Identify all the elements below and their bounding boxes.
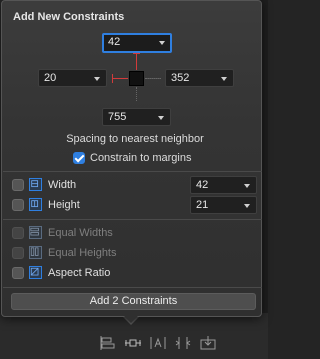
canvas-background: Add New Constraints 42 20 352 755 Spacin…: [0, 0, 268, 359]
chevron-down-icon[interactable]: [244, 204, 250, 208]
leading-spacing-field[interactable]: 20: [38, 69, 107, 87]
constrain-to-margins-label: Constrain to margins: [90, 152, 192, 164]
leading-strut[interactable]: [112, 78, 128, 79]
trailing-strut[interactable]: [145, 78, 161, 79]
width-value-field[interactable]: 42: [190, 176, 257, 194]
leading-spacing-value[interactable]: 20: [44, 70, 56, 86]
height-icon: [29, 198, 42, 211]
popover-arrow: [122, 314, 140, 323]
top-spacing-field[interactable]: 42: [102, 33, 172, 53]
chevron-down-icon[interactable]: [221, 77, 227, 81]
spacing-label: Spacing to nearest neighbor: [66, 133, 204, 145]
height-label: Height: [48, 199, 80, 211]
width-label: Width: [48, 179, 77, 191]
view-placeholder-square: [129, 71, 144, 86]
equal-widths-label: Equal Widths: [48, 227, 113, 239]
section-divider: [3, 287, 262, 288]
constrain-to-margins-checkbox[interactable]: [73, 152, 85, 164]
chevron-down-icon[interactable]: [158, 116, 164, 120]
add-constraints-popover: Add New Constraints 42 20 352 755 Spacin…: [1, 0, 262, 317]
embed-in-icon[interactable]: [200, 336, 216, 350]
chevron-down-icon[interactable]: [244, 184, 250, 188]
section-divider: [3, 219, 262, 220]
chevron-down-icon[interactable]: [159, 41, 165, 45]
height-value-field[interactable]: 21: [190, 196, 257, 214]
trailing-spacing-field[interactable]: 352: [165, 69, 234, 87]
width-checkbox[interactable]: [12, 179, 24, 191]
chevron-down-icon[interactable]: [94, 77, 100, 81]
aspect-ratio-icon: [29, 266, 42, 279]
pin-icon[interactable]: [125, 336, 141, 350]
resolve-issues-icon[interactable]: [150, 336, 166, 350]
align-icon[interactable]: [100, 336, 116, 350]
top-strut[interactable]: [136, 53, 137, 70]
equal-widths-checkbox[interactable]: [12, 227, 24, 239]
width-value[interactable]: 42: [196, 177, 208, 193]
section-divider: [3, 171, 262, 172]
height-value[interactable]: 21: [196, 197, 208, 213]
bottom-strut[interactable]: [136, 87, 137, 101]
equal-heights-icon: [29, 246, 42, 259]
equal-widths-icon: [29, 226, 42, 239]
resize-behavior-icon[interactable]: [175, 336, 191, 350]
popover-title: Add New Constraints: [13, 11, 125, 23]
aspect-ratio-label: Aspect Ratio: [48, 267, 111, 279]
equal-heights-label: Equal Heights: [48, 247, 117, 259]
height-checkbox[interactable]: [12, 199, 24, 211]
width-icon: [29, 178, 42, 191]
add-constraints-button[interactable]: Add 2 Constraints: [11, 293, 256, 310]
bottom-spacing-field[interactable]: 755: [102, 108, 171, 126]
trailing-spacing-value[interactable]: 352: [171, 70, 189, 86]
equal-heights-checkbox[interactable]: [12, 247, 24, 259]
bottom-spacing-value[interactable]: 755: [108, 109, 126, 125]
aspect-ratio-checkbox[interactable]: [12, 267, 24, 279]
top-spacing-value[interactable]: 42: [108, 34, 120, 50]
